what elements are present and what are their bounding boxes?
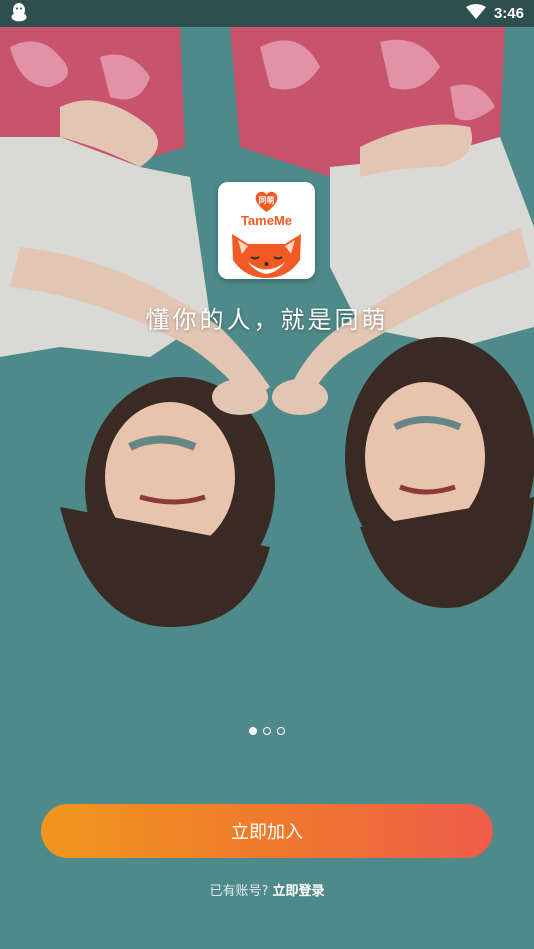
login-prompt: 已有账号? [209, 884, 269, 899]
login-link[interactable]: 立即登录 [273, 884, 325, 899]
wifi-icon [465, 3, 486, 24]
page-dot-3[interactable] [277, 727, 285, 735]
tagline: 懂你的人，就是同萌 [145, 306, 389, 334]
app-logo: 同萌 TameMe [218, 182, 315, 279]
page-indicator [0, 727, 534, 735]
page-dot-2[interactable] [263, 727, 271, 735]
status-time: 3:46 [493, 5, 524, 22]
page-dot-1[interactable] [249, 727, 257, 735]
logo-brand-text: TameMe [241, 213, 292, 228]
join-now-button[interactable]: 立即加入 [41, 804, 493, 858]
join-now-label: 立即加入 [231, 822, 303, 843]
status-bar: 3:46 [0, 0, 534, 27]
login-row: 已有账号? 立即登录 [0, 880, 534, 899]
qq-penguin-icon [10, 2, 28, 26]
logo-badge-text: 同萌 [259, 195, 275, 205]
